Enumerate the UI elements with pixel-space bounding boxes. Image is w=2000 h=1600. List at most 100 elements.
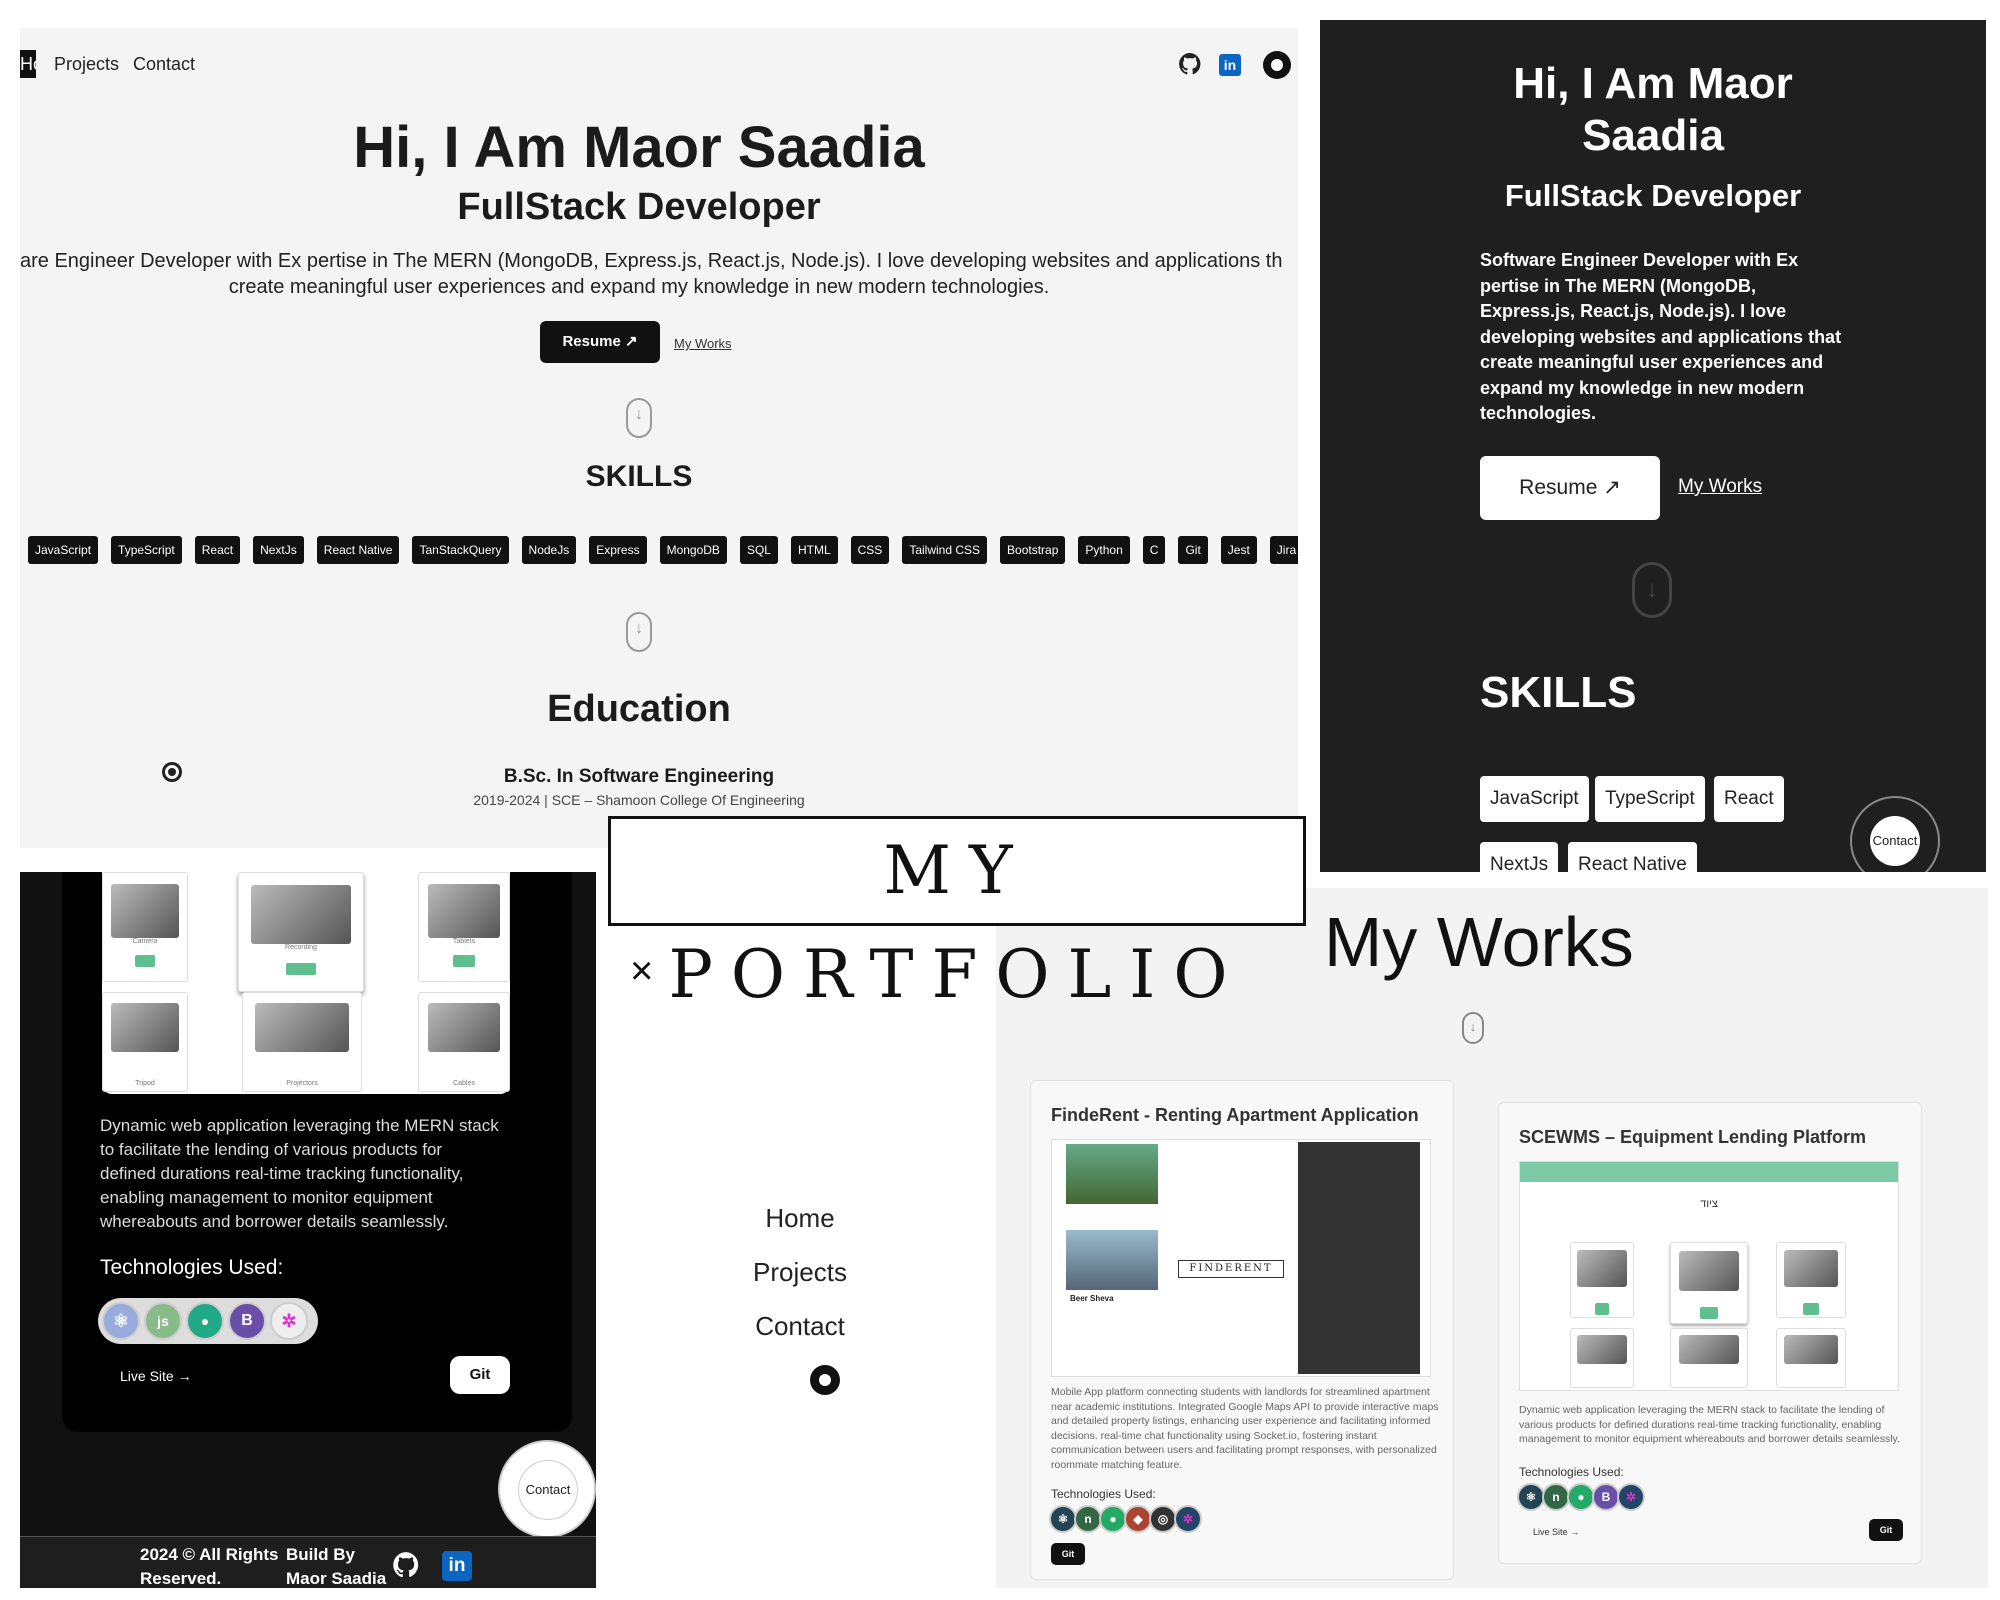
skill-pill: React (194, 536, 241, 564)
skill-pill: Bootstrap (1000, 536, 1066, 564)
dark-skills-heading: SKILLS (1480, 668, 1637, 717)
dark-my-works-link[interactable]: My Works (1678, 476, 1762, 498)
light-hero-screenshot: Home Projects Contact in Hi, I Am Maor S… (20, 28, 1298, 848)
my-works-link[interactable]: My Works (674, 336, 732, 351)
scroll-down-icon[interactable]: ↓ (1632, 562, 1672, 618)
linkedin-icon[interactable]: in (442, 1551, 472, 1581)
scroll-down-icon[interactable]: ↓ (1462, 1012, 1484, 1044)
react-icon: ⚛ (102, 1302, 140, 1340)
product-thumb[interactable]: Tablets (418, 872, 510, 982)
dark-resume-button[interactable]: Resume ↗ (1480, 456, 1660, 520)
theme-toggle-icon[interactable] (810, 1365, 840, 1395)
skill-pill: TypeScript (111, 536, 182, 564)
product-thumb[interactable]: Projectors (242, 992, 362, 1092)
technologies-heading: Technologies Used: (100, 1256, 284, 1279)
socketio-icon: ✲ (1174, 1505, 1202, 1533)
text-line: Express.js, React.js, Node.js). I love (1480, 301, 1787, 321)
product-thumb[interactable]: Recording (238, 872, 364, 992)
text-line: Software Engineer Developer with Ex (1480, 250, 1799, 270)
contact-badge[interactable]: Contact (498, 1440, 596, 1538)
technologies-heading: Technologies Used: (1051, 1487, 1156, 1501)
skill-pill: Jest (1220, 536, 1257, 564)
tech-icons: ⚛ n ● B ✲ (1517, 1483, 1653, 1515)
skills-heading: SKILLS (585, 460, 693, 493)
dark-hero-role: FullStack Developer (1504, 178, 1802, 213)
menu-item-projects[interactable]: Projects (606, 1257, 994, 1288)
footer-copyright: 2024 © All Rights Reserved. (140, 1545, 279, 1588)
hero-role: FullStack Developer (457, 186, 821, 228)
menu-item-home[interactable]: Home (606, 1203, 994, 1234)
product-thumb[interactable]: Tripod (102, 992, 188, 1092)
git-button[interactable]: Git (450, 1356, 510, 1394)
mongodb-icon: ● (186, 1302, 224, 1340)
text-line: to facilitate the lending of various pro… (100, 1140, 443, 1159)
contact-badge[interactable]: Contact (1850, 796, 1940, 872)
text-line: near academic institutions. Integrated G… (1051, 1400, 1439, 1413)
project-description: Dynamic web application leveraging the M… (1519, 1403, 1909, 1447)
text-line: management to monitor equipment whereabo… (1519, 1433, 1900, 1445)
github-icon[interactable] (392, 1551, 420, 1579)
project-description: Dynamic web application leveraging the M… (100, 1114, 520, 1234)
scroll-down-icon[interactable] (626, 398, 652, 438)
close-icon[interactable]: × (630, 951, 653, 991)
mongodb-icon: ● (1099, 1505, 1127, 1533)
product-thumb[interactable]: Camera (102, 872, 188, 982)
text-line: expand my knowledge in new modern (1480, 377, 1805, 398)
skill-pill: React Native (316, 536, 400, 564)
scroll-down-icon[interactable] (626, 612, 652, 652)
skill-pill: Git (1178, 536, 1208, 564)
nav-projects-link[interactable]: Projects (54, 54, 119, 75)
text-line: whereabouts and borrower details seamles… (100, 1212, 449, 1231)
nav-home-link[interactable]: Home (20, 50, 36, 78)
socketio-icon: ✲ (1617, 1483, 1645, 1511)
dark-hero-name: Hi, I Am Maor Saadia (1513, 59, 1793, 160)
degree-title: B.Sc. In Software Engineering (503, 766, 775, 787)
resume-button[interactable]: Resume ↗ (540, 321, 660, 363)
linkedin-icon[interactable]: in (1219, 54, 1241, 76)
menu-item-contact[interactable]: Contact (606, 1311, 994, 1342)
live-site-link[interactable]: Live Site → (120, 1368, 192, 1384)
dark-project-screenshot: Camera Recording Tablets Tripod Projecto… (20, 872, 596, 1588)
hero-name: Hi, I Am Maor Saadia (353, 115, 925, 180)
live-site-link[interactable]: Live Site → (1533, 1527, 1579, 1537)
react-icon: ⚛ (1517, 1483, 1545, 1511)
react-icon: ⚛ (1049, 1505, 1077, 1533)
project-gallery: Camera Recording Tablets Tripod Projecto… (102, 872, 510, 1094)
text-line: various products for defined durations r… (1519, 1418, 1882, 1431)
text-line: enabling management to monitor equipment (100, 1188, 433, 1207)
github-icon[interactable] (1178, 52, 1202, 76)
technologies-heading: Technologies Used: (1519, 1465, 1624, 1479)
text-line: create meaningful user experiences and (1480, 352, 1824, 372)
git-button[interactable]: Git (1051, 1543, 1085, 1565)
project-screenshot: Beer Sheva FINDERENT (1051, 1139, 1431, 1377)
nodejs-icon: n (1074, 1505, 1102, 1533)
theme-toggle-icon[interactable] (1263, 51, 1291, 79)
text-line: Mobile App platform connecting students … (1051, 1386, 1430, 1398)
compass-icon: ◎ (1149, 1505, 1177, 1533)
skill-pill: SQL (739, 536, 778, 564)
skill-pill: JavaScript (28, 536, 99, 564)
dark-hero-screenshot: Hi, I Am Maor Saadia FullStack Developer… (1320, 20, 1986, 872)
git-button[interactable]: Git (1869, 1519, 1903, 1541)
skill-pill: Python (1078, 536, 1130, 564)
product-thumb[interactable]: Cables (418, 992, 510, 1092)
text-line: developing websites and applications tha… (1480, 326, 1842, 347)
project-title: SCEWMS – Equipment Lending Platform (1519, 1127, 1867, 1147)
skill-pill: TypeScript (1595, 776, 1705, 822)
text-line: roommate matching feature. (1051, 1458, 1183, 1471)
text-line: technologies. (1480, 403, 1597, 423)
bootstrap-icon: B (1592, 1483, 1620, 1511)
external-link-icon: ↗ (624, 333, 638, 350)
project-title: FindeRent - Renting Apartment Applicatio… (1051, 1105, 1419, 1125)
hero-bio-line1: are Engineer Developer with Ex pertise i… (20, 250, 1283, 272)
nav-contact-link[interactable]: Contact (133, 54, 195, 75)
skill-pill: HTML (790, 536, 838, 564)
socketio-icon: ✲ (270, 1302, 308, 1340)
tech-icons: ⚛ n ● ◆ ◎ ✲ (1049, 1505, 1207, 1537)
skill-pill: NodeJs (521, 536, 577, 564)
firebase-icon: ◆ (1124, 1505, 1152, 1533)
resume-label: Resume (562, 333, 621, 350)
external-link-icon: ↗ (1603, 476, 1621, 499)
project-screenshot: ציוד (1519, 1161, 1899, 1391)
bootstrap-icon: B (228, 1302, 266, 1340)
